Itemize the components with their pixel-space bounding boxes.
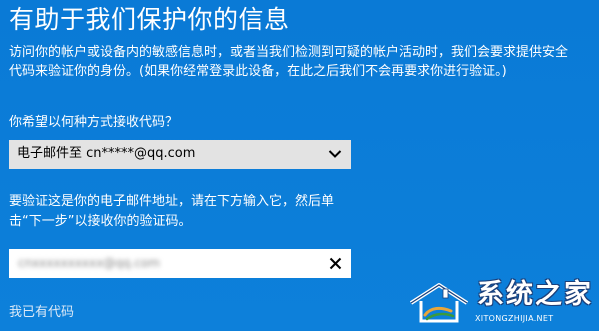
close-icon[interactable] [329,257,342,270]
email-instruction: 要验证这是你的电子邮件地址，请在下方输入它，然后单 击“下一步”以接收你的验证码… [9,192,359,232]
description-line-2: 代码来验证你的身份。(如果你经常登录此设备，在此之后我们不会再要求你进行验证。) [9,64,507,79]
email-field[interactable]: cnxxxxxxxxxx@qq.com [9,249,351,278]
watermark-url: XITONGZHIJIA.NET [475,314,554,323]
chevron-down-icon [328,150,342,158]
instruction-line-1: 要验证这是你的电子邮件地址，请在下方输入它，然后单 [9,194,335,209]
verification-panel: 有助于我们保护你的信息 访问你的帐户或设备内的敏感信息时，或者当我们检测到可疑的… [0,0,599,331]
house-logo-icon [409,283,469,323]
page-title: 有助于我们保护你的信息 [9,5,290,34]
description: 访问你的帐户或设备内的敏感信息时，或者当我们检测到可疑的帐户活动时，我们会要求提… [9,43,594,81]
have-code-link[interactable]: 我已有代码 [9,304,74,322]
selected-method-value: 电子邮件至 cn*****@qq.com [17,146,196,161]
watermark-text: 系统之家 [477,279,593,310]
verification-method-select[interactable]: 电子邮件至 cn*****@qq.com [9,140,351,169]
method-question-label: 你希望以何种方式接收代码？ [9,115,179,130]
description-line-1: 访问你的帐户或设备内的敏感信息时，或者当我们检测到可疑的帐户活动时，我们会要求提… [9,45,569,60]
instruction-line-2: 击“下一步”以接收你的验证码。 [9,214,192,229]
site-watermark: 系统之家 XITONGZHIJIA.NET [405,277,597,329]
email-field-value: cnxxxxxxxxxx@qq.com [18,256,160,270]
